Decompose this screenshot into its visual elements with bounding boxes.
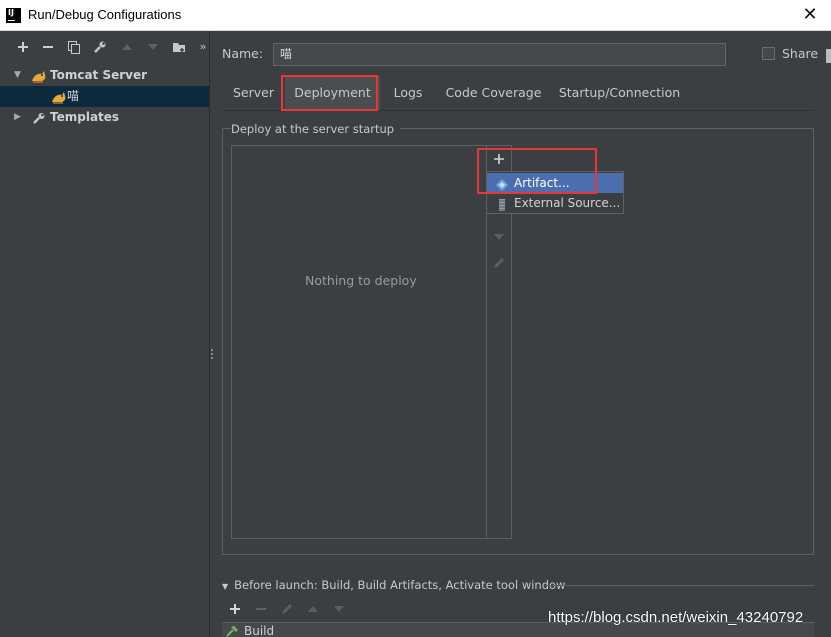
- deployment-list[interactable]: [231, 145, 487, 539]
- tree-item-config[interactable]: 喵: [0, 86, 209, 107]
- wrench-icon: [32, 111, 46, 124]
- move-down-icon[interactable]: [492, 230, 506, 244]
- expanded-arrow-icon[interactable]: ▼: [14, 65, 21, 86]
- before-launch-divider: [545, 585, 814, 586]
- edit-icon[interactable]: [492, 256, 506, 270]
- add-icon[interactable]: [16, 40, 30, 54]
- edit-icon[interactable]: [280, 602, 294, 616]
- folder-add-icon[interactable]: [172, 40, 186, 54]
- hammer-icon: [226, 625, 239, 637]
- splitter-handle[interactable]: [211, 349, 214, 363]
- copy-icon[interactable]: [67, 40, 81, 54]
- highlight-artifact-item: [477, 148, 597, 194]
- share-label: Share: [782, 46, 819, 61]
- highlight-deployment-tab: [281, 75, 378, 111]
- remove-icon[interactable]: [254, 602, 268, 616]
- tree-item-templates[interactable]: ▶ Templates: [0, 107, 209, 128]
- tree-label-tomcat-server: Tomcat Server: [50, 68, 148, 82]
- tree-label-config: 喵: [67, 89, 80, 103]
- tree-label-templates: Templates: [50, 110, 120, 124]
- tomcat-icon: [51, 90, 66, 104]
- title-bar: IJ Run/Debug Configurations ✕: [0, 0, 831, 31]
- collapsed-arrow-icon[interactable]: ▶: [14, 107, 21, 128]
- expanded-arrow-icon: ▼: [222, 582, 229, 591]
- deploy-group-title: Deploy at the server startup: [231, 122, 401, 136]
- more-icon[interactable]: »: [196, 40, 210, 54]
- close-icon[interactable]: ✕: [799, 4, 821, 26]
- add-icon[interactable]: [228, 602, 242, 616]
- scrollbar[interactable]: [826, 49, 831, 63]
- move-down-icon[interactable]: [332, 602, 346, 616]
- menu-item-external-source[interactable]: External Source...: [487, 193, 623, 213]
- empty-list-text: Nothing to deploy: [305, 273, 417, 288]
- tree-item-tomcat-server[interactable]: ▼ Tomcat Server: [0, 65, 209, 86]
- tab-code-coverage[interactable]: Code Coverage: [437, 76, 550, 110]
- before-launch-label: Before launch: Build, Build Artifacts, A…: [234, 578, 566, 592]
- watermark-url: https://blog.csdn.net/weixin_43240792: [548, 609, 804, 626]
- wrench-icon[interactable]: [93, 40, 107, 54]
- name-input[interactable]: 喵: [273, 43, 726, 66]
- build-task-label: Build: [244, 624, 275, 637]
- tab-server[interactable]: Server: [222, 76, 285, 110]
- tab-startup-connection[interactable]: Startup/Connection: [554, 76, 685, 110]
- before-launch-header[interactable]: ▼ Before launch: Build, Build Artifacts, …: [222, 578, 565, 592]
- remove-icon[interactable]: [41, 40, 55, 54]
- move-up-icon[interactable]: [120, 40, 134, 54]
- name-label: Name:: [222, 46, 264, 61]
- move-up-icon[interactable]: [306, 602, 320, 616]
- sidebar-toolbar: »: [0, 31, 210, 63]
- tab-logs[interactable]: Logs: [382, 76, 434, 110]
- configuration-tree: ▼ Tomcat Server 喵 ▶ Templates: [0, 65, 209, 128]
- share-checkbox[interactable]: [762, 47, 775, 60]
- move-down-icon[interactable]: [146, 40, 160, 54]
- tomcat-icon: [31, 69, 46, 83]
- intellij-app-icon: IJ: [6, 8, 21, 23]
- window-title: Run/Debug Configurations: [28, 7, 182, 22]
- configurations-sidebar: » ▼ Tomcat Server 喵 ▶ Templates: [0, 31, 210, 637]
- external-source-icon: [496, 197, 508, 211]
